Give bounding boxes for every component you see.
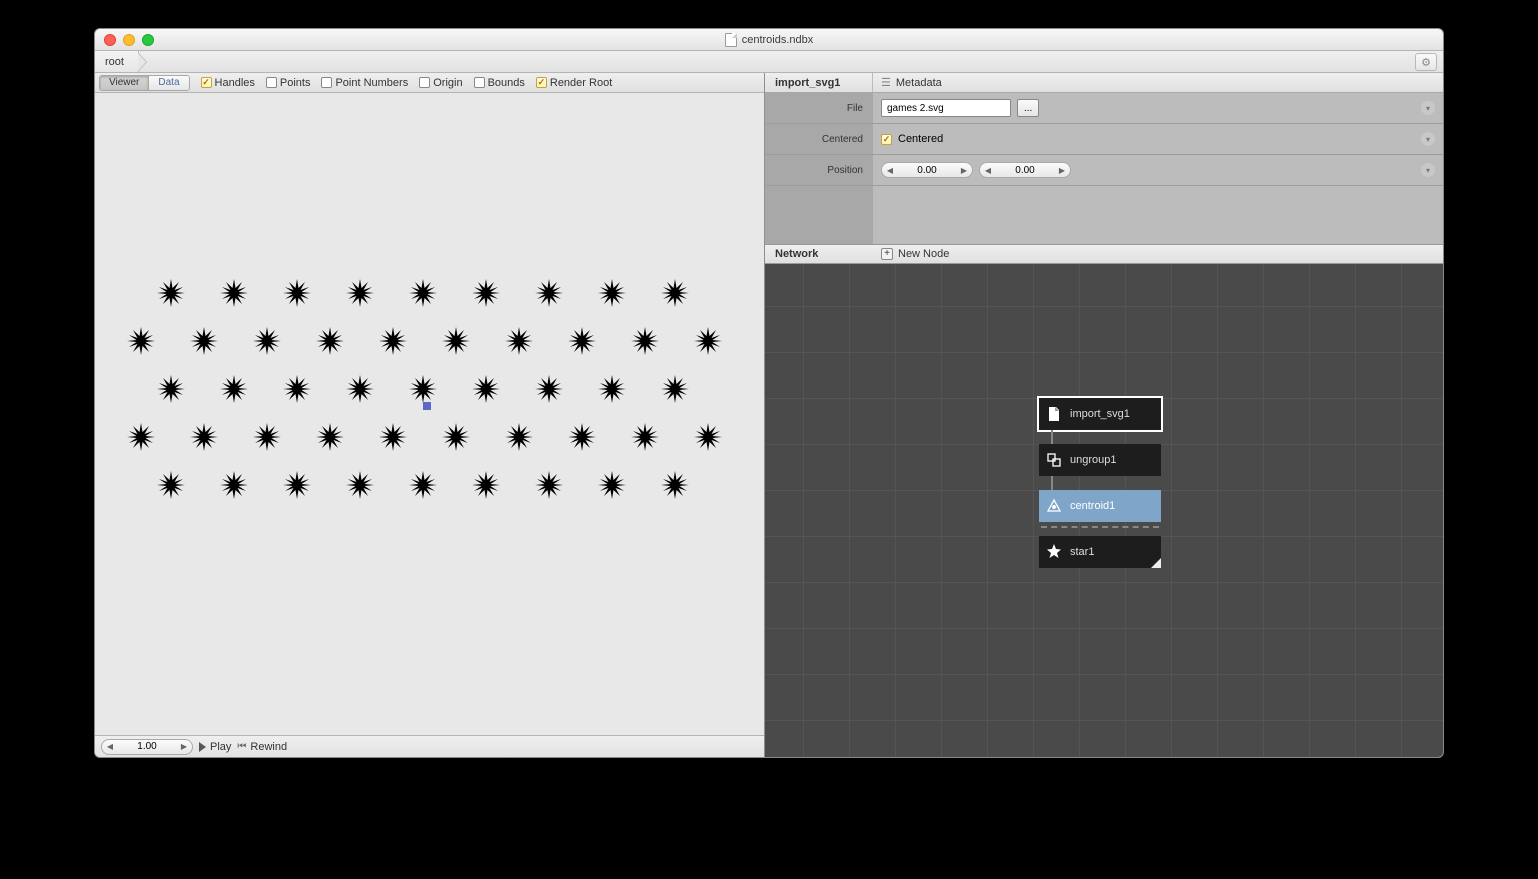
check-handles[interactable]: Handles (201, 77, 255, 89)
metadata-button[interactable]: ☰ Metadata (873, 76, 950, 89)
checkbox-icon (321, 77, 332, 88)
window-title-text: centroids.ndbx (742, 34, 814, 46)
rewind-button[interactable]: ⏮Rewind (237, 741, 287, 753)
document-icon (725, 33, 737, 47)
viewer-canvas[interactable] (95, 93, 764, 735)
checkbox-icon (536, 77, 547, 88)
tab-viewer[interactable]: Viewer (100, 76, 148, 90)
browse-button[interactable]: ... (1017, 99, 1039, 117)
param-label: Position (765, 165, 873, 176)
file-icon (1045, 405, 1063, 423)
network-header: Network + New Node (765, 244, 1443, 264)
breadcrumb-menu-button[interactable]: ⚙ (1415, 53, 1437, 71)
main-split: Viewer Data Handles Points Point Numbers… (95, 73, 1443, 757)
param-row-position: Position ◀0.00▶ ◀0.00▶ ▾ (765, 155, 1443, 186)
parameter-panel: File ... ▾ Centered Centered ▾ (765, 93, 1443, 244)
plus-icon: + (881, 248, 893, 260)
check-render-root[interactable]: Render Root (536, 77, 612, 89)
node-label: centroid1 (1070, 500, 1115, 512)
node-connection (1051, 430, 1053, 444)
play-icon (199, 742, 206, 752)
param-spacer (765, 186, 1443, 244)
param-row-centered: Centered Centered ▾ (765, 124, 1443, 155)
file-field[interactable] (881, 99, 1011, 117)
param-menu-icon[interactable]: ▾ (1421, 163, 1435, 177)
position-x-spinner[interactable]: ◀0.00▶ (881, 162, 973, 178)
network-label: Network (765, 248, 873, 260)
chevron-right-icon[interactable]: ▶ (176, 742, 192, 751)
check-point-numbers[interactable]: Point Numbers (321, 77, 408, 89)
check-bounds[interactable]: Bounds (474, 77, 525, 89)
side-pane: import_svg1 ☰ Metadata File ... ▾ Center… (765, 73, 1443, 757)
gear-icon: ⚙ (1421, 56, 1431, 69)
node-connection (1051, 476, 1053, 490)
viewer-toolbar: Viewer Data Handles Points Point Numbers… (95, 73, 764, 93)
node-label: import_svg1 (1070, 408, 1130, 420)
node-ungroup1[interactable]: ungroup1 (1039, 444, 1161, 476)
node-centroid1[interactable]: centroid1 (1039, 490, 1161, 522)
rendered-output (157, 279, 722, 519)
check-origin[interactable]: Origin (419, 77, 462, 89)
selected-node-label: import_svg1 (765, 73, 873, 92)
param-label: File (765, 103, 873, 114)
param-menu-icon[interactable]: ▾ (1421, 132, 1435, 146)
frame-spinner[interactable]: ◀ 1.00 ▶ (101, 739, 193, 755)
node-import-svg1[interactable]: import_svg1 (1039, 398, 1161, 430)
checkbox-icon[interactable] (881, 134, 892, 145)
checkbox-icon (474, 77, 485, 88)
node-connection-dashed (1041, 526, 1159, 528)
inspector-header: import_svg1 ☰ Metadata (765, 73, 1443, 93)
window-title: centroids.ndbx (95, 33, 1443, 47)
origin-handle[interactable] (423, 402, 431, 410)
viewer-pane: Viewer Data Handles Points Point Numbers… (95, 73, 765, 757)
param-menu-icon[interactable]: ▾ (1421, 101, 1435, 115)
centered-text: Centered (898, 133, 943, 145)
node-label: ungroup1 (1070, 454, 1117, 466)
breadcrumb-root-label: root (105, 56, 124, 68)
breadcrumb-bar: root ⚙ (95, 51, 1443, 73)
param-row-file: File ... ▾ (765, 93, 1443, 124)
ungroup-icon (1045, 451, 1063, 469)
frame-value[interactable]: 1.00 (118, 741, 176, 752)
checkbox-icon (419, 77, 430, 88)
metadata-icon: ☰ (881, 76, 891, 89)
app-window: centroids.ndbx root ⚙ Viewer Data Handle… (94, 28, 1444, 758)
viewer-mode-segment: Viewer Data (99, 75, 190, 91)
checkbox-icon (201, 77, 212, 88)
network-canvas[interactable]: import_svg1 ungroup1 centroid1 star1 (765, 264, 1443, 757)
play-button[interactable]: Play (199, 741, 231, 753)
chevron-right-icon[interactable]: ▶ (956, 166, 972, 175)
chevron-left-icon[interactable]: ◀ (882, 166, 898, 175)
centroid-icon (1045, 497, 1063, 515)
breadcrumb-root[interactable]: root (95, 51, 139, 72)
titlebar: centroids.ndbx (95, 29, 1443, 51)
param-label: Centered (765, 134, 873, 145)
rewind-icon: ⏮ (237, 741, 246, 752)
node-label: star1 (1070, 546, 1094, 558)
chevron-left-icon[interactable]: ◀ (980, 166, 996, 175)
star-icon (1045, 543, 1063, 561)
tab-data[interactable]: Data (148, 76, 188, 90)
chevron-left-icon[interactable]: ◀ (102, 742, 118, 751)
checkbox-icon (266, 77, 277, 88)
chevron-right-icon[interactable]: ▶ (1054, 166, 1070, 175)
new-node-button[interactable]: + New Node (873, 248, 957, 260)
play-bar: ◀ 1.00 ▶ Play ⏮Rewind (95, 735, 764, 757)
position-y-spinner[interactable]: ◀0.00▶ (979, 162, 1071, 178)
check-points[interactable]: Points (266, 77, 311, 89)
node-star1[interactable]: star1 (1039, 536, 1161, 568)
